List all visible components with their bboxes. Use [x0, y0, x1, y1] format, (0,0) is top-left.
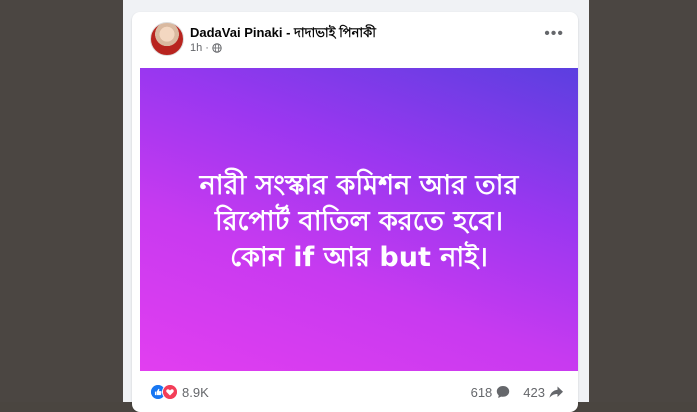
love-icon	[162, 384, 178, 400]
reaction-icons	[150, 384, 178, 400]
post-text-line: রিপোর্ট বাতিল করতে হবে।	[214, 206, 504, 237]
share-icon	[549, 386, 563, 398]
post-card: DadaVai Pinaki - দাদাভাই পিনাকী 1h · •••…	[132, 12, 578, 412]
avatar[interactable]	[150, 22, 184, 56]
comment-count: 618	[470, 384, 493, 400]
post-time[interactable]: 1h ·	[190, 42, 209, 54]
engagement-stats: 618 423	[471, 384, 564, 400]
post-text-line: নারী সংস্কার কমিশন আর তার	[199, 170, 519, 201]
post-text-line: কোন if আর but নাই।	[230, 242, 488, 273]
reactions-summary[interactable]: 8.9K	[150, 384, 209, 400]
post-text: নারী সংস্কার কমিশন আর তার রিপোর্ট বাতিল …	[140, 168, 578, 276]
post-footer: 8.9K 618 423	[150, 382, 564, 402]
globe-icon	[212, 43, 222, 53]
shares-stat[interactable]: 423	[523, 384, 564, 400]
post-meta: 1h ·	[190, 42, 222, 54]
post-text-background[interactable]: নারী সংস্কার কমিশন আর তার রিপোর্ট বাতিল …	[140, 68, 578, 371]
share-count: 423	[523, 384, 545, 400]
comment-icon	[497, 386, 510, 398]
reaction-count[interactable]: 8.9K	[182, 385, 209, 400]
right-backdrop	[589, 0, 697, 402]
left-backdrop	[0, 0, 123, 402]
more-options-icon[interactable]: •••	[544, 26, 564, 42]
comments-stat[interactable]: 618	[471, 384, 512, 400]
